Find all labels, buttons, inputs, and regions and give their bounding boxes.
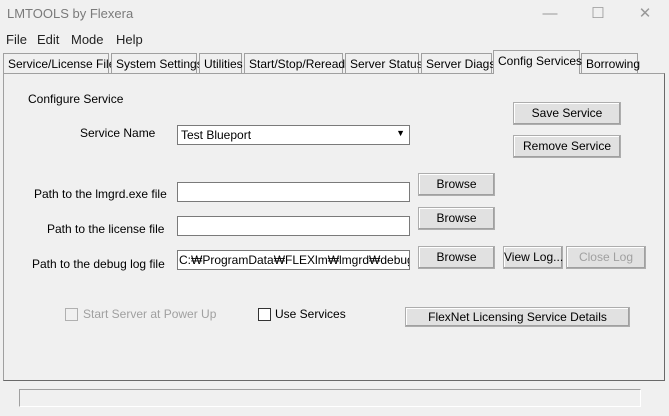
start-power-up-checkbox — [65, 308, 78, 321]
tab-server-status[interactable]: Server Status — [345, 53, 423, 74]
tab-borrowing[interactable]: Borrowing — [581, 53, 640, 74]
browse-debug-log-button[interactable]: Browse — [418, 246, 495, 269]
section-title: Configure Service — [28, 92, 124, 106]
browse-license-button[interactable]: Browse — [418, 207, 495, 230]
lmgrd-path-input[interactable] — [177, 182, 410, 202]
tab-system-settings[interactable]: System Settings — [111, 53, 203, 74]
debug-log-path-input[interactable]: C:₩ProgramData₩FLEXlm₩lmgrd₩debug.log — [177, 250, 410, 270]
tab-config-services[interactable]: Config Services — [493, 50, 582, 74]
chevron-down-icon: ▼ — [396, 128, 405, 138]
lmgrd-path-label: Path to the lmgrd.exe file — [34, 187, 167, 201]
debug-log-path-label: Path to the debug log file — [32, 257, 165, 271]
window-title: LMTOOLS by Flexera — [7, 6, 134, 21]
service-name-value: Test Blueport — [181, 128, 252, 142]
start-power-up-label: Start Server at Power Up — [83, 307, 217, 321]
license-path-input[interactable] — [177, 216, 410, 236]
service-name-select[interactable]: Test Blueport ▼ — [177, 125, 410, 145]
status-bar — [19, 389, 641, 407]
tab-start-stop-reread[interactable]: Start/Stop/Reread — [244, 53, 345, 74]
browse-lmgrd-button[interactable]: Browse — [418, 173, 495, 196]
use-services-checkbox[interactable] — [258, 308, 271, 321]
menu-edit[interactable]: Edit — [37, 32, 59, 47]
menu-file[interactable]: File — [6, 32, 27, 47]
minimize-icon[interactable]: — — [527, 2, 573, 28]
tab-utilities[interactable]: Utilities — [199, 53, 243, 74]
remove-service-button[interactable]: Remove Service — [513, 135, 621, 158]
tab-server-diags[interactable]: Server Diags — [421, 53, 495, 74]
close-log-button: Close Log — [566, 246, 646, 269]
maximize-icon[interactable]: ☐ — [575, 2, 621, 28]
flexnet-details-button[interactable]: FlexNet Licensing Service Details — [405, 307, 630, 327]
service-name-label: Service Name — [80, 126, 156, 140]
use-services-label[interactable]: Use Services — [275, 307, 346, 321]
menu-help[interactable]: Help — [116, 32, 143, 47]
view-log-button[interactable]: View Log... — [503, 246, 563, 269]
close-icon[interactable]: ✕ — [622, 2, 668, 28]
save-service-button[interactable]: Save Service — [513, 102, 621, 125]
tab-service-license-file[interactable]: Service/License File — [3, 53, 115, 74]
license-path-label: Path to the license file — [47, 222, 165, 236]
menu-mode[interactable]: Mode — [71, 32, 104, 47]
